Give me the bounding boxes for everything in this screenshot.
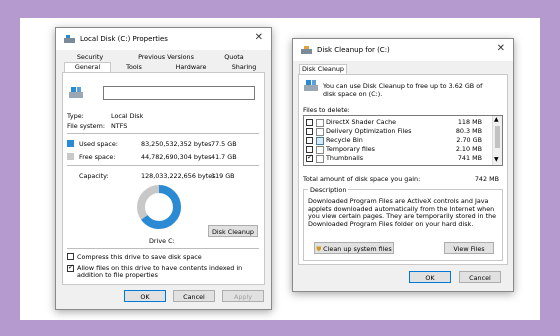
clean-up-system-files-label: Clean up system files: [323, 245, 392, 253]
index-label: Allow files on this drive to have conten…: [77, 264, 243, 279]
free-gb: 41.7 GB: [211, 153, 237, 161]
cancel-button[interactable]: Cancel: [459, 271, 501, 283]
fs-label: File system:: [67, 122, 105, 130]
item-checkbox[interactable]: [306, 153, 313, 162]
item-icon: [316, 146, 324, 154]
clean-up-system-files-button[interactable]: ⛊ Clean up system files: [314, 242, 394, 254]
item-name: Thumbnails: [326, 154, 364, 162]
list-item[interactable]: Thumbnails 741 MB: [306, 153, 482, 163]
tab-security[interactable]: Security: [68, 53, 112, 61]
cleanup-panel: You can use Disk Cleanup to free up to 3…: [298, 74, 508, 265]
item-name: Temporary files: [326, 145, 375, 153]
list-item[interactable]: Recycle Bin 2.70 GB: [306, 136, 482, 145]
item-icon: [316, 119, 324, 127]
divider: [67, 165, 259, 166]
item-size: 2.70 GB: [456, 136, 482, 144]
properties-window: Local Disk (C:) Properties ✕ Security Pr…: [55, 27, 272, 310]
item-size: 80.3 MB: [455, 127, 482, 135]
view-files-button[interactable]: View Files: [444, 242, 494, 254]
disk-cleanup-window: Disk Cleanup for (C:) ✕ Disk Cleanup You…: [292, 38, 514, 292]
type-label: Type:: [67, 112, 84, 120]
free-bytes: 44,782,690,304 bytes: [141, 153, 212, 161]
close-icon[interactable]: ✕: [255, 32, 263, 43]
fs-value: NTFS: [111, 122, 128, 130]
used-gb: 77.5 GB: [211, 140, 237, 148]
capacity-bytes: 128,033,222,656 bytes: [141, 172, 216, 180]
item-size: 741 MB: [457, 154, 482, 162]
files-label: Files to delete:: [303, 106, 350, 114]
properties-title: Local Disk (C:) Properties: [80, 35, 168, 43]
used-label: Used space:: [79, 140, 118, 148]
disk-cleanup-button[interactable]: Disk Cleanup: [208, 225, 258, 237]
type-value: Local Disk: [111, 112, 144, 120]
scroll-thumb[interactable]: [495, 126, 500, 148]
item-checkbox[interactable]: [306, 146, 313, 153]
scrollbar[interactable]: ▲ ▼: [492, 116, 502, 165]
description-group: Description Downloaded Program Files are…: [303, 186, 503, 261]
drive-name-input[interactable]: [103, 86, 255, 100]
recycle-bin-icon: [316, 137, 324, 145]
total-value: 742 MB: [474, 175, 499, 183]
used-bytes: 83,250,532,352 bytes: [141, 140, 212, 148]
drive-icon: [64, 35, 75, 43]
disk-cleanup-app-icon: [301, 46, 312, 54]
tab-tools[interactable]: Tools: [114, 63, 154, 71]
ok-button[interactable]: OK: [124, 290, 166, 302]
free-label: Free space:: [79, 153, 116, 161]
intro-text: You can use Disk Cleanup to free up to 3…: [323, 82, 483, 98]
usage-donut: [137, 185, 181, 229]
divider: [67, 248, 259, 249]
description-label: Description: [308, 186, 349, 194]
list-item[interactable]: DirectX Shader Cache 118 MB: [306, 118, 482, 127]
apply-button[interactable]: Apply: [222, 290, 264, 302]
used-swatch: [67, 140, 74, 147]
disk-cleanup-icon: [304, 80, 318, 91]
item-checkbox[interactable]: [306, 119, 313, 126]
item-name: Delivery Optimization Files: [326, 127, 412, 135]
properties-titlebar: Local Disk (C:) Properties ✕: [56, 28, 271, 50]
description-text: Downloaded Program Files are ActiveX con…: [308, 197, 497, 228]
scroll-up-icon[interactable]: ▲: [494, 116, 499, 123]
tab-general[interactable]: General: [64, 62, 111, 72]
tab-hardware[interactable]: Hardware: [166, 63, 216, 71]
item-checkbox[interactable]: [306, 128, 313, 135]
cancel-button[interactable]: Cancel: [173, 290, 215, 302]
cleanup-titlebar: Disk Cleanup for (C:) ✕: [293, 39, 513, 61]
scroll-down-icon[interactable]: ▼: [494, 156, 499, 163]
drive-large-icon: [69, 87, 83, 98]
total-label: Total amount of disk space you gain:: [303, 175, 421, 183]
general-panel: Type: Local Disk File system: NTFS Used …: [62, 72, 265, 285]
tab-previous-versions[interactable]: Previous Versions: [126, 53, 206, 61]
item-name: Recycle Bin: [326, 136, 363, 144]
list-item[interactable]: Delivery Optimization Files 80.3 MB: [306, 127, 482, 136]
divider: [67, 133, 259, 134]
drive-label: Drive C:: [149, 237, 175, 245]
item-icon: [316, 155, 324, 163]
capacity-label: Capacity:: [79, 172, 109, 180]
item-size: 118 MB: [457, 118, 482, 126]
tab-disk-cleanup[interactable]: Disk Cleanup: [299, 64, 347, 74]
compress-checkbox[interactable]: [67, 253, 74, 260]
capacity-gb: 119 GB: [211, 172, 235, 180]
file-list[interactable]: DirectX Shader Cache 118 MB Delivery Opt…: [303, 115, 503, 166]
ok-button[interactable]: OK: [409, 271, 451, 283]
shield-icon: ⛊: [316, 245, 322, 253]
item-name: DirectX Shader Cache: [326, 118, 397, 126]
cleanup-title: Disk Cleanup for (C:): [317, 46, 390, 54]
item-size: 2.10 MB: [455, 145, 482, 153]
compress-label: Compress this drive to save disk space: [77, 253, 202, 261]
free-swatch: [67, 153, 74, 160]
close-icon[interactable]: ✕: [497, 43, 505, 54]
tab-sharing[interactable]: Sharing: [222, 63, 266, 71]
index-checkbox[interactable]: [67, 263, 74, 272]
item-checkbox[interactable]: [306, 137, 313, 144]
tab-quota[interactable]: Quota: [212, 53, 256, 61]
list-item[interactable]: Temporary files 2.10 MB: [306, 145, 482, 154]
item-icon: [316, 128, 324, 136]
